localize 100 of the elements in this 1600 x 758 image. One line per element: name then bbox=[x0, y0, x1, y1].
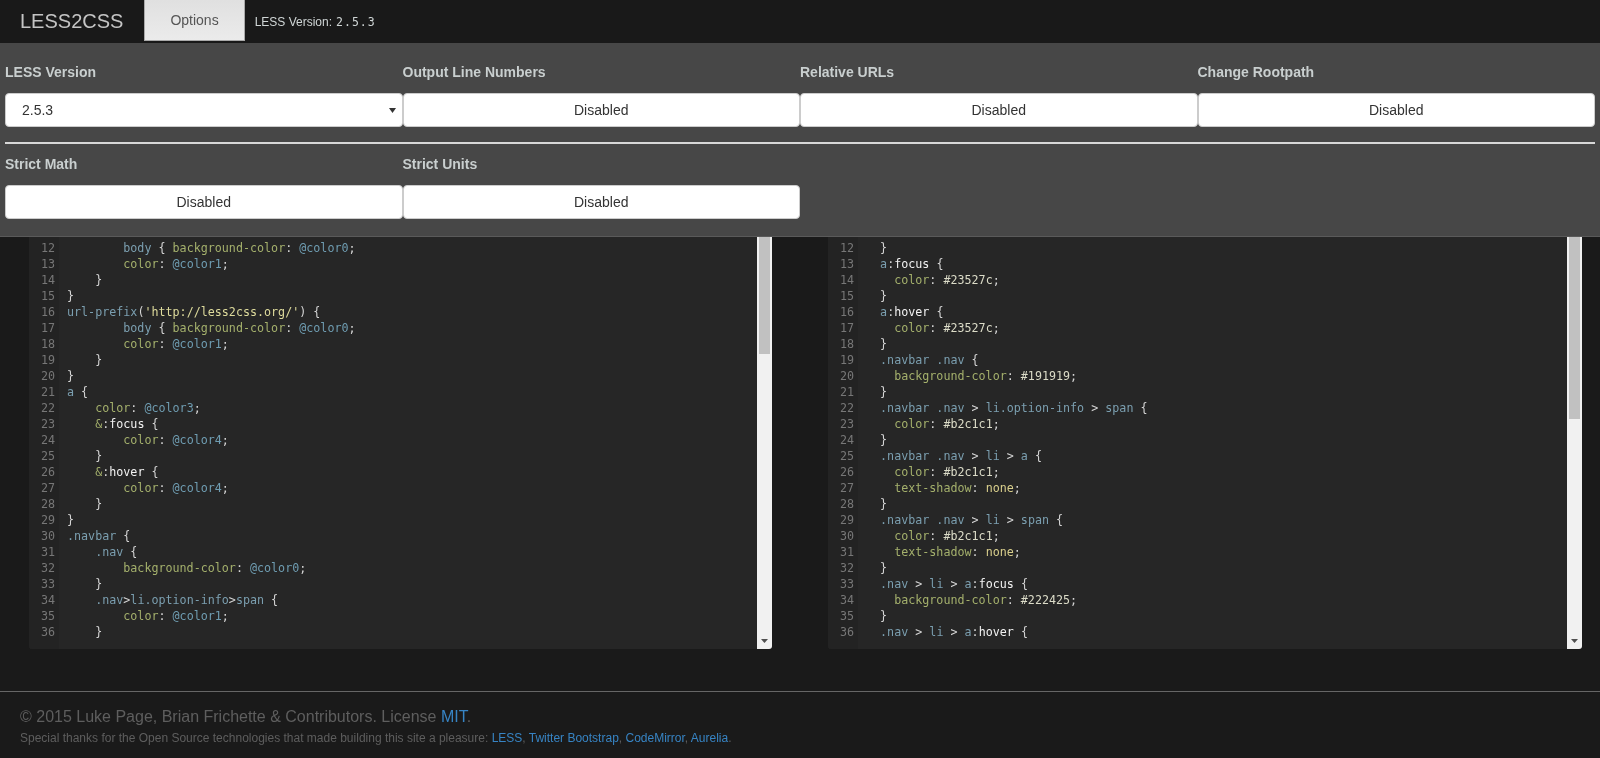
scroll-thumb[interactable] bbox=[1569, 237, 1580, 419]
scroll-down-icon[interactable] bbox=[761, 639, 768, 643]
scrollbar[interactable] bbox=[757, 237, 772, 649]
line-number: 19 bbox=[839, 352, 854, 368]
code-line: color: #b2c1c1; bbox=[893, 528, 1000, 544]
caret-icon bbox=[388, 107, 396, 113]
code-line: } bbox=[67, 368, 75, 384]
code-line: color: @color1; bbox=[122, 608, 229, 624]
line-number: 23 bbox=[839, 416, 854, 432]
license-link[interactable]: MIT bbox=[440, 708, 467, 725]
code-line: &:focus { bbox=[94, 416, 159, 432]
line-number: 31 bbox=[40, 544, 55, 560]
code-line: } bbox=[94, 352, 103, 368]
code-line: } bbox=[94, 576, 103, 592]
line-number: 21 bbox=[40, 384, 55, 400]
line-number: 32 bbox=[839, 560, 854, 576]
line-number: 22 bbox=[839, 400, 854, 416]
code-line: a { bbox=[67, 384, 89, 400]
code-editor[interactable] bbox=[29, 237, 772, 649]
code-line: &:hover { bbox=[94, 464, 159, 480]
code-line: .navbar { bbox=[67, 528, 131, 544]
line-number: 13 bbox=[839, 256, 854, 272]
code-line: } bbox=[879, 496, 888, 512]
line-number: 26 bbox=[839, 464, 854, 480]
code-line: text-shadow: none; bbox=[893, 544, 1021, 560]
code-line: color: #23527c; bbox=[893, 272, 1000, 288]
copyright-text: © 2015 Luke Page, Brian Frichette & Contributors. License MIT. bbox=[20, 707, 473, 727]
code-line: color: #b2c1c1; bbox=[893, 416, 1000, 432]
options-tab[interactable]: Options bbox=[144, 0, 245, 41]
code-line: .nav > li > a:focus { bbox=[879, 576, 1028, 592]
line-number: 12 bbox=[40, 240, 55, 256]
code-line: color: #b2c1c1; bbox=[893, 464, 1000, 480]
line-number: 20 bbox=[40, 368, 55, 384]
toggle-button[interactable]: Disabled bbox=[402, 93, 800, 127]
line-number: 17 bbox=[839, 320, 854, 336]
line-number: 15 bbox=[40, 288, 55, 304]
code-line: .navbar .nav { bbox=[879, 352, 979, 368]
code-line: color: @color4; bbox=[122, 480, 229, 496]
line-number: 31 bbox=[839, 544, 854, 560]
option-label: LESS Version bbox=[5, 64, 98, 82]
line-number: 23 bbox=[40, 416, 55, 432]
code-line: background-color: #222425; bbox=[893, 592, 1078, 608]
code-line: background-color: @color0; bbox=[122, 560, 307, 576]
line-number: 14 bbox=[40, 272, 55, 288]
code-line: } bbox=[879, 336, 888, 352]
scroll-down-icon[interactable] bbox=[1571, 639, 1578, 643]
code-line: url-prefix('http://less2css.org/') { bbox=[67, 304, 321, 320]
code-line: } bbox=[67, 512, 75, 528]
code-line: } bbox=[94, 624, 103, 640]
code-line: .nav > li > a:hover { bbox=[879, 624, 1028, 640]
option-label: Output Line Numbers bbox=[402, 64, 547, 82]
line-number: 29 bbox=[839, 512, 854, 528]
line-number: 35 bbox=[40, 608, 55, 624]
line-number: 15 bbox=[839, 288, 854, 304]
line-number: 28 bbox=[40, 496, 55, 512]
line-number: 13 bbox=[40, 256, 55, 272]
code-line: } bbox=[94, 496, 103, 512]
code-line: .nav { bbox=[94, 544, 138, 560]
brand-title[interactable]: LESS2CSS bbox=[0, 0, 145, 43]
technology-link[interactable]: CodeMirror bbox=[625, 731, 685, 745]
toggle-button[interactable]: Disabled bbox=[402, 185, 800, 219]
line-number: 30 bbox=[839, 528, 854, 544]
line-number: 28 bbox=[839, 496, 854, 512]
technology-link[interactable]: Twitter Bootstrap bbox=[528, 731, 619, 745]
toggle-button[interactable]: Disabled bbox=[800, 93, 1198, 127]
line-number: 33 bbox=[40, 576, 55, 592]
version-select[interactable]: 2.5.3 bbox=[5, 93, 403, 127]
code-line: a:hover { bbox=[879, 304, 944, 320]
code-line: background-color: #191919; bbox=[893, 368, 1078, 384]
code-line: } bbox=[879, 608, 888, 624]
code-line: } bbox=[879, 240, 888, 256]
line-number: 34 bbox=[40, 592, 55, 608]
line-number: 14 bbox=[839, 272, 854, 288]
line-number: 16 bbox=[40, 304, 55, 320]
toggle-button[interactable]: Disabled bbox=[1197, 93, 1595, 127]
code-line: } bbox=[879, 384, 888, 400]
scrollbar[interactable] bbox=[1567, 237, 1582, 649]
code-line: } bbox=[879, 432, 888, 448]
code-line: color: @color3; bbox=[94, 400, 201, 416]
line-number: 12 bbox=[839, 240, 854, 256]
code-editor[interactable] bbox=[828, 237, 1582, 649]
line-number: 32 bbox=[40, 560, 55, 576]
line-number: 24 bbox=[839, 432, 854, 448]
line-number: 21 bbox=[839, 384, 854, 400]
option-label: Change Rootpath bbox=[1197, 64, 1316, 82]
code-line: } bbox=[879, 288, 888, 304]
toggle-button[interactable]: Disabled bbox=[5, 185, 403, 219]
thanks-text: Special thanks for the Open Source technologies that made building this site a pleasure: LESS, Twitter Bootstrap, CodeMirror, Aurelia. bbox=[20, 730, 733, 747]
line-number: 33 bbox=[839, 576, 854, 592]
code-line: a:focus { bbox=[879, 256, 944, 272]
line-number: 26 bbox=[40, 464, 55, 480]
code-line: color: @color1; bbox=[122, 336, 229, 352]
scroll-thumb[interactable] bbox=[759, 237, 770, 354]
code-line: } bbox=[879, 560, 888, 576]
code-line: text-shadow: none; bbox=[893, 480, 1021, 496]
code-line: } bbox=[94, 448, 103, 464]
line-number: 25 bbox=[40, 448, 55, 464]
line-number: 17 bbox=[40, 320, 55, 336]
line-number: 20 bbox=[839, 368, 854, 384]
line-number: 27 bbox=[40, 480, 55, 496]
